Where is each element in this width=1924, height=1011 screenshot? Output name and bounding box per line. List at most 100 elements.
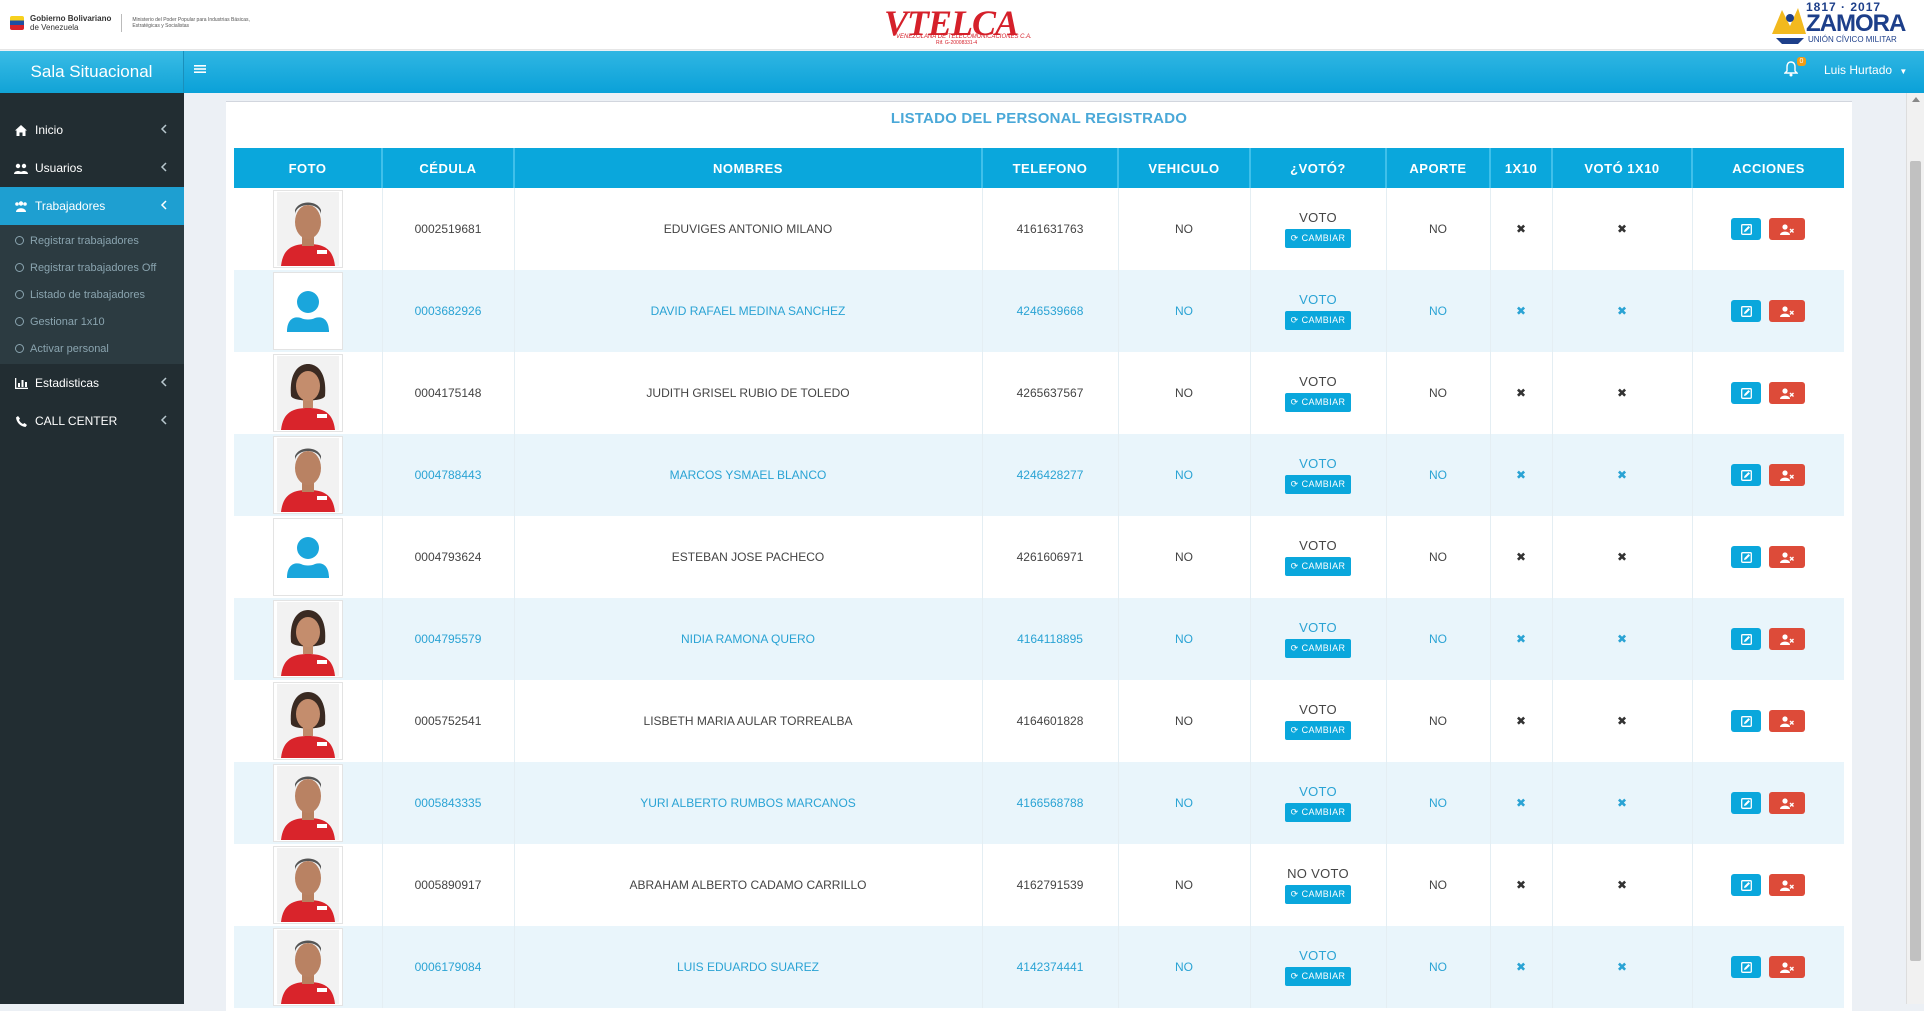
submenu-registrar-trabajadores[interactable]: Registrar trabajadores (0, 227, 184, 254)
remove-user-button[interactable] (1769, 710, 1806, 732)
scroll-thumb[interactable] (1910, 161, 1921, 961)
sidebar-item-estadisticas[interactable]: Estadisticas (0, 364, 184, 402)
cell-nombres: JUDITH GRISEL RUBIO DE TOLEDO (514, 352, 983, 434)
worker-photo[interactable] (272, 354, 343, 432)
edit-button[interactable] (1731, 300, 1762, 322)
user-menu[interactable]: Luis Hurtado ▼ (1824, 63, 1907, 77)
sidebar-item-trabajadores[interactable]: Trabajadores (0, 187, 184, 225)
worker-photo[interactable] (272, 682, 343, 760)
remove-user-button[interactable] (1769, 382, 1806, 404)
table-row: 0005843335 YURI ALBERTO RUMBOS MARCANOS 41… (234, 762, 1844, 844)
remove-user-button[interactable] (1769, 792, 1806, 814)
vote-status: VOTO (1299, 702, 1337, 717)
x-mark-icon: ✖ (1515, 304, 1527, 318)
cell-1x10: ✖ (1490, 516, 1553, 598)
table-row: 0004795579 NIDIA RAMONA QUERO 4164118895 NO… (234, 598, 1844, 680)
column-header-nombres[interactable]: NOMBRES (514, 148, 983, 188)
cell-voto-1x10: ✖ (1552, 352, 1693, 434)
column-header-cedula[interactable]: CÉDULA (382, 148, 515, 188)
edit-button[interactable] (1731, 464, 1762, 486)
cambiar-button[interactable]: ⟳ CAMBIAR (1284, 475, 1352, 494)
zamora-name: ZAMORA (1806, 10, 1906, 37)
edit-button[interactable] (1731, 546, 1762, 568)
x-mark-icon: ✖ (1616, 304, 1628, 318)
worker-photo[interactable] (272, 436, 343, 514)
refresh-icon: ⟳ (1290, 807, 1299, 817)
cell-nombres: ABRAHAM ALBERTO CADAMO CARRILLO (514, 844, 983, 926)
worker-photo[interactable] (272, 846, 343, 924)
bar-chart-icon (14, 377, 28, 389)
edit-button[interactable] (1731, 628, 1762, 650)
sidebar-item-usuarios[interactable]: Usuarios (0, 149, 184, 187)
remove-user-button[interactable] (1769, 464, 1806, 486)
edit-button[interactable] (1731, 382, 1762, 404)
table-body: 0002519681 EDUVIGES ANTONIO MILANO 4161631… (234, 188, 1844, 1008)
cell-acciones (1692, 352, 1844, 434)
cambiar-label: CAMBIAR (1301, 561, 1346, 571)
worker-photo[interactable] (272, 272, 343, 350)
column-header-foto[interactable]: FOTO (234, 148, 383, 188)
edit-button[interactable] (1731, 218, 1762, 240)
cambiar-button[interactable]: ⟳ CAMBIAR (1284, 803, 1352, 822)
edit-button[interactable] (1731, 956, 1762, 978)
government-logo: Gobierno Bolivariano de Venezuela Minist… (10, 14, 272, 32)
column-header-1x10[interactable]: 1X10 (1490, 148, 1553, 188)
zamora-logo: 1817 · 2017 ZAMORA UNIÓN CÍVICO MILITAR (1762, 0, 1912, 48)
x-mark-icon: ✖ (1515, 714, 1527, 728)
worker-photo[interactable] (272, 600, 343, 678)
refresh-icon: ⟳ (1290, 561, 1299, 571)
remove-user-button[interactable] (1769, 628, 1806, 650)
cambiar-button[interactable]: ⟳ CAMBIAR (1284, 639, 1352, 658)
menu-toggle-icon[interactable] (194, 63, 208, 77)
worker-photo[interactable] (272, 764, 343, 842)
cell-nombres: YURI ALBERTO RUMBOS MARCANOS (514, 762, 983, 844)
page-scrollbar[interactable] (1906, 93, 1924, 1004)
column-header-telefono[interactable]: TELEFONO (982, 148, 1119, 188)
submenu-activar-personal[interactable]: Activar personal (0, 335, 184, 362)
scroll-up-arrow-icon[interactable] (1912, 97, 1920, 102)
submenu-listado-trabajadores[interactable]: Listado de trabajadores (0, 281, 184, 308)
vote-status: VOTO (1299, 292, 1337, 307)
cambiar-button[interactable]: ⟳ CAMBIAR (1284, 557, 1352, 576)
column-header-vehiculo[interactable]: VEHICULO (1118, 148, 1251, 188)
table-row: 0004175148 JUDITH GRISEL RUBIO DE TOLEDO 4… (234, 352, 1844, 434)
submenu-registrar-trabajadores-off[interactable]: Registrar trabajadores Off (0, 254, 184, 281)
remove-user-button[interactable] (1769, 300, 1806, 322)
remove-user-button[interactable] (1769, 956, 1806, 978)
remove-user-button[interactable] (1769, 874, 1806, 896)
edit-button[interactable] (1731, 792, 1762, 814)
cell-foto (234, 352, 383, 434)
brand-title[interactable]: Sala Situacional (0, 51, 184, 93)
vote-status: VOTO (1299, 456, 1337, 471)
cambiar-button[interactable]: ⟳ CAMBIAR (1284, 967, 1352, 986)
column-header-aporte[interactable]: APORTE (1386, 148, 1491, 188)
worker-photo[interactable] (272, 928, 343, 1006)
sidebar-item-call-center[interactable]: CALL CENTER (0, 402, 184, 440)
edit-button[interactable] (1731, 710, 1762, 732)
cell-acciones (1692, 598, 1844, 680)
cambiar-button[interactable]: ⟳ CAMBIAR (1284, 311, 1352, 330)
column-header-voto-1x10[interactable]: VOTÓ 1X10 (1552, 148, 1693, 188)
cell-1x10: ✖ (1490, 680, 1553, 762)
circle-icon (15, 290, 24, 299)
remove-user-button[interactable] (1769, 546, 1806, 568)
sidebar-item-inicio[interactable]: Inicio (0, 111, 184, 149)
column-header-acciones[interactable]: ACCIONES (1692, 148, 1844, 188)
remove-user-button[interactable] (1769, 218, 1806, 240)
chevron-left-icon (160, 200, 167, 210)
edit-button[interactable] (1731, 874, 1762, 896)
cell-1x10: ✖ (1490, 762, 1553, 844)
column-header-voto[interactable]: ¿VOTÓ? (1250, 148, 1387, 188)
user-name: Luis Hurtado (1824, 63, 1893, 77)
submenu-gestionar-1x10[interactable]: Gestionar 1x10 (0, 308, 184, 335)
cell-nombres: NIDIA RAMONA QUERO (514, 598, 983, 680)
cambiar-button[interactable]: ⟳ CAMBIAR (1284, 885, 1352, 904)
worker-photo[interactable] (272, 190, 343, 268)
x-mark-icon: ✖ (1515, 960, 1527, 974)
ministry-text: Ministerio del Poder Popular para Indust… (132, 17, 250, 29)
cambiar-button[interactable]: ⟳ CAMBIAR (1284, 393, 1352, 412)
worker-photo[interactable] (272, 518, 343, 596)
cambiar-button[interactable]: ⟳ CAMBIAR (1284, 229, 1352, 248)
table-header-row: FOTO CÉDULA NOMBRES TELEFONO VEHICULO ¿V… (234, 148, 1844, 188)
cambiar-button[interactable]: ⟳ CAMBIAR (1284, 721, 1352, 740)
